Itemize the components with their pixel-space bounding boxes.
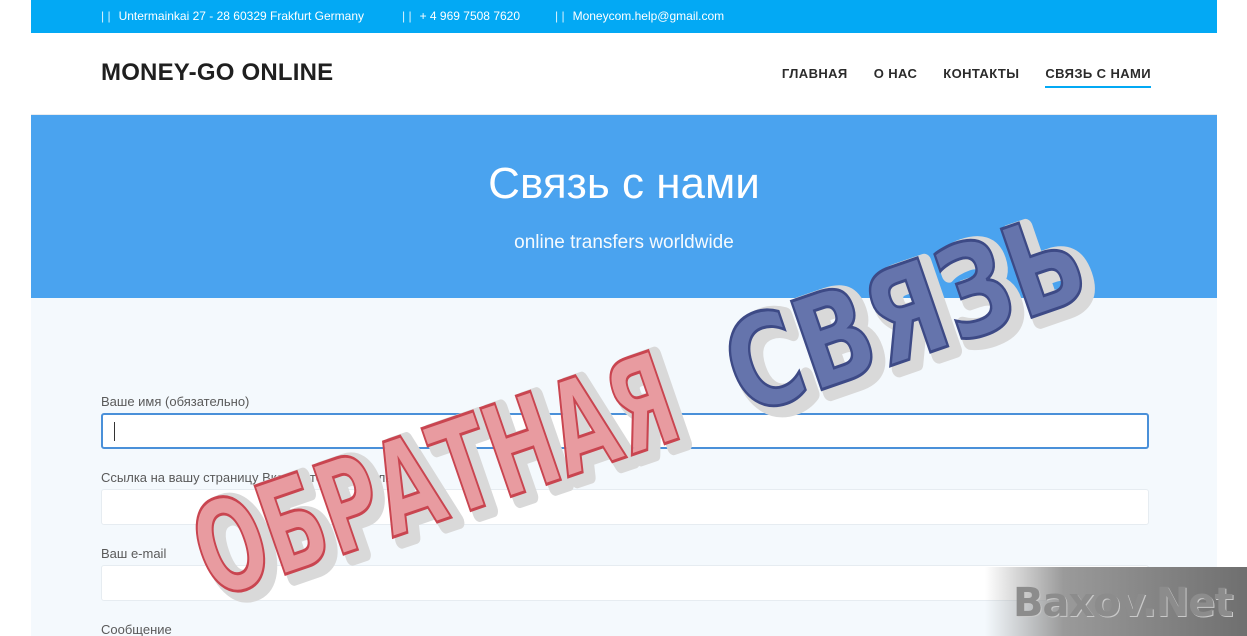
email-info: | | Moneycom.help@gmail.com — [555, 9, 725, 23]
vk-link-input[interactable] — [101, 489, 1149, 525]
text-caret — [114, 422, 115, 441]
hero-title: Связь с нами — [488, 159, 760, 208]
main-nav: ГЛАВНАЯ О НАС КОНТАКТЫ СВЯЗЬ С НАМИ — [782, 66, 1151, 88]
site-header: MONEY-GO ONLINE ГЛАВНАЯ О НАС КОНТАКТЫ С… — [31, 33, 1217, 115]
nav-about[interactable]: О НАС — [874, 66, 918, 88]
hero-banner: Связь с нами online transfers worldwide — [31, 115, 1217, 298]
name-label: Ваше имя (обязательно) — [101, 394, 250, 409]
nav-home[interactable]: ГЛАВНАЯ — [782, 66, 848, 88]
nav-contacts[interactable]: КОНТАКТЫ — [943, 66, 1019, 88]
top-info-bar: | | Untermainkai 27 - 28 60329 Frakfurt G… — [31, 0, 1217, 33]
address-text: Untermainkai 27 - 28 60329 Frakfurt Germ… — [118, 9, 365, 23]
phone-info: | | + 4 969 7508 7620 — [402, 9, 521, 23]
name-input[interactable] — [101, 413, 1149, 449]
vk-label: Ссылка на вашу страницу Вконтакте (обяза… — [101, 470, 411, 485]
page: | | Untermainkai 27 - 28 60329 Frakfurt G… — [31, 0, 1217, 636]
address-info: | | Untermainkai 27 - 28 60329 Frakfurt G… — [101, 9, 365, 23]
hero-subtitle: online transfers worldwide — [514, 232, 734, 253]
email-text: Moneycom.help@gmail.com — [572, 9, 725, 23]
brand-watermark: Baxov.Net — [1013, 580, 1233, 626]
site-logo[interactable]: MONEY-GO ONLINE — [101, 59, 333, 87]
nav-contact-us[interactable]: СВЯЗЬ С НАМИ — [1045, 66, 1151, 88]
email-label: Ваш e-mail — [101, 546, 167, 561]
message-label: Сообщение — [101, 622, 172, 636]
phone-text: + 4 969 7508 7620 — [419, 9, 521, 23]
